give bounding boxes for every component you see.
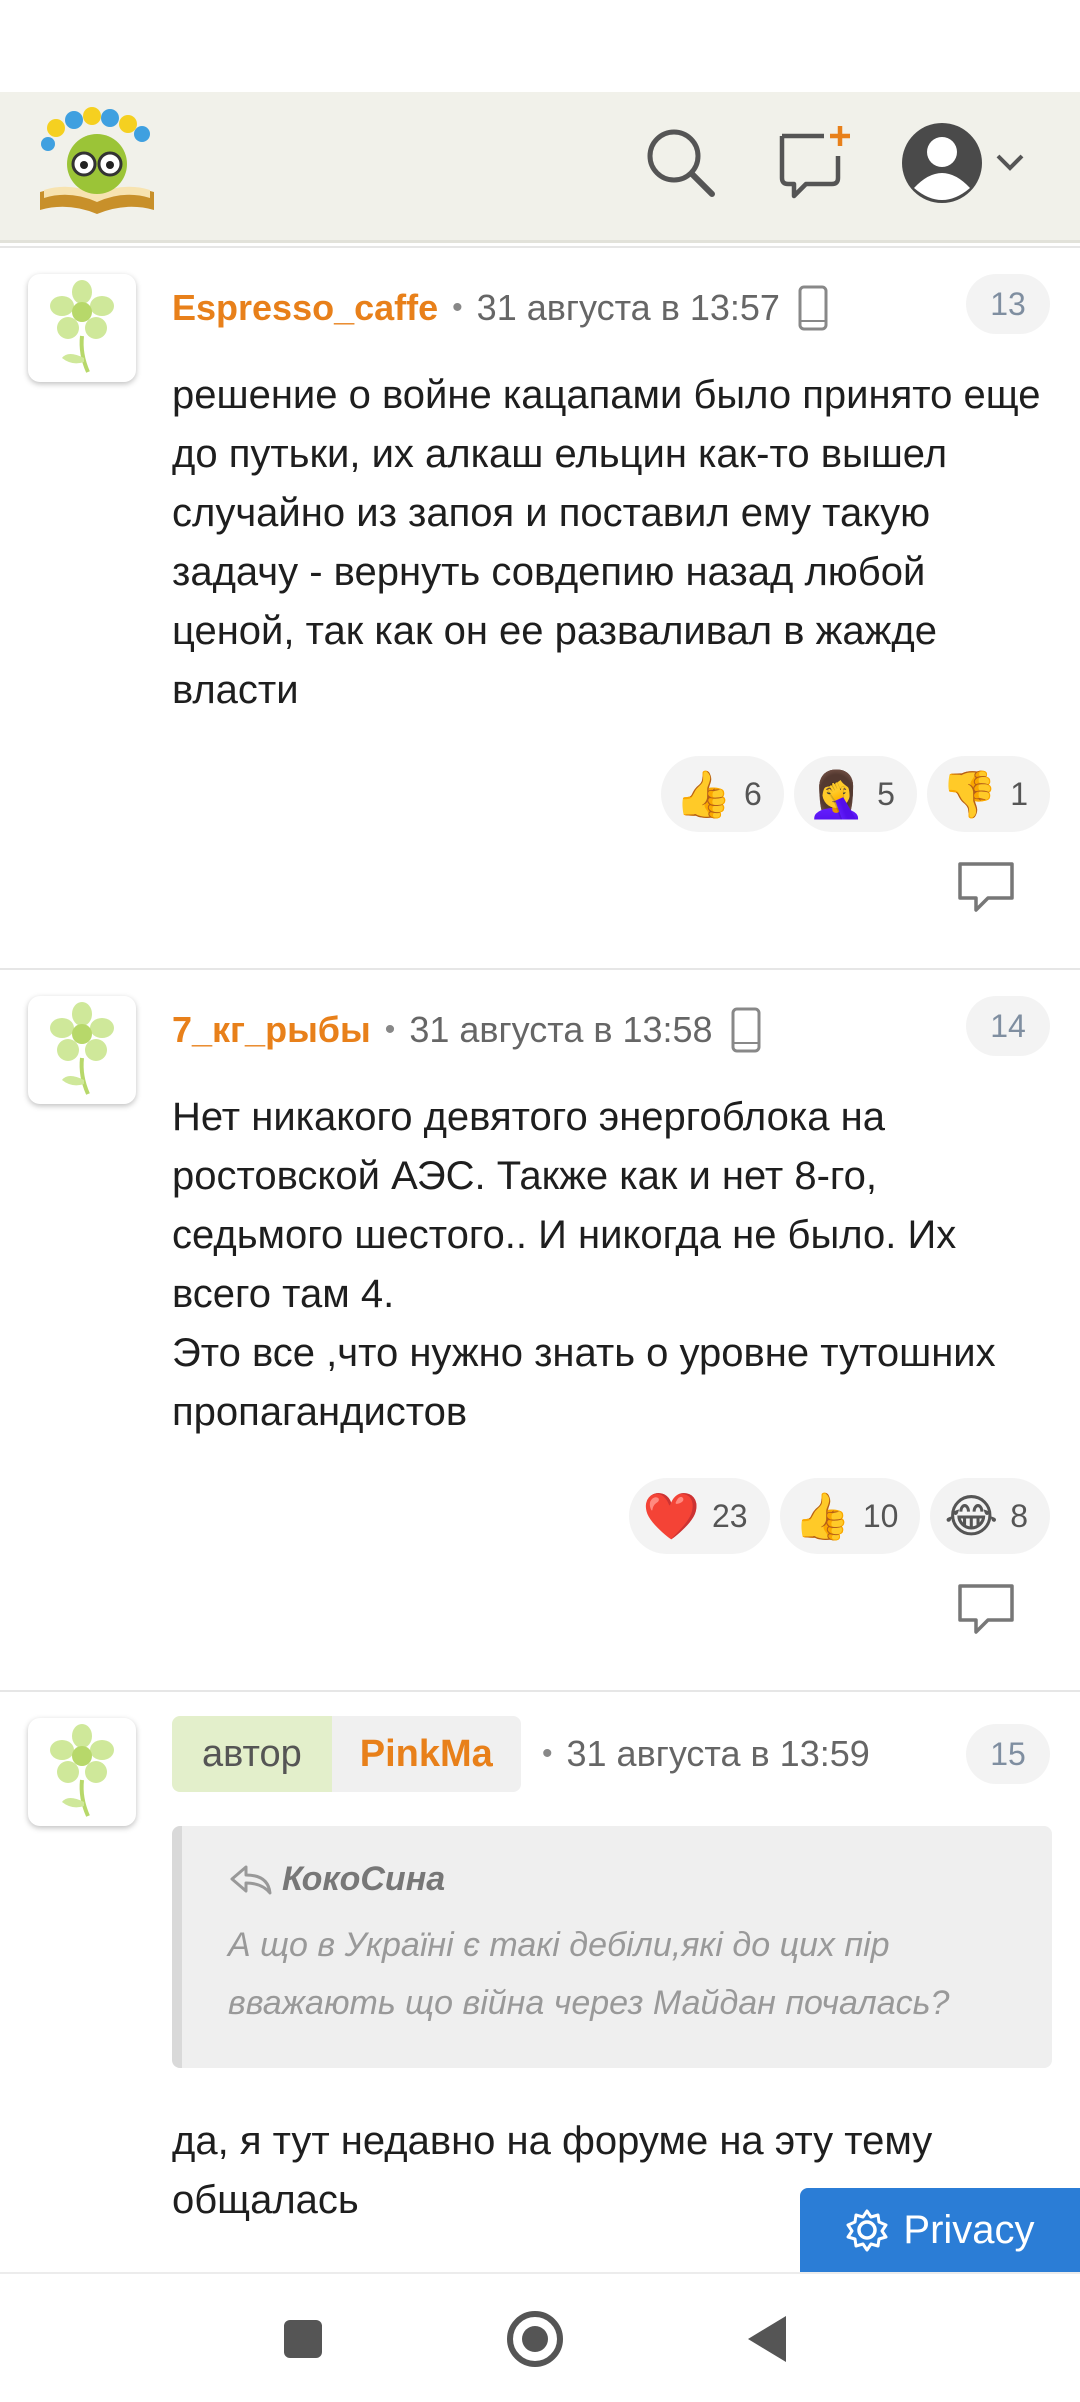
username[interactable]: Espresso_caffe xyxy=(172,287,438,329)
comment-divider xyxy=(0,968,1080,970)
comment-number[interactable]: 15 xyxy=(966,1724,1050,1784)
privacy-label: Privacy xyxy=(903,2207,1035,2252)
mobile-device-icon xyxy=(731,1007,761,1053)
user-avatar-icon xyxy=(902,123,982,203)
author-tag: автор PinkMa xyxy=(172,1716,521,1792)
reaction-thumbs-up[interactable]: 👍 10 xyxy=(779,1478,921,1554)
comment-meta: 7_кг_рыбы • 31 августа в 13:58 xyxy=(172,1000,761,1060)
new-post-icon[interactable] xyxy=(774,122,854,202)
home-button[interactable] xyxy=(500,2304,570,2374)
flower-icon xyxy=(50,280,114,373)
facepalm-icon: 🤦‍♀️ xyxy=(807,766,866,821)
comment-meta: Espresso_caffe • 31 августа в 13:57 xyxy=(172,278,828,338)
status-bar xyxy=(0,0,1080,92)
comment-time[interactable]: 31 августа в 13:59 xyxy=(567,1733,870,1775)
laughing-icon: 😂 xyxy=(944,1489,999,1543)
reaction-heart[interactable]: ❤️ 23 xyxy=(628,1478,770,1554)
comment-meta: • 31 августа в 13:59 xyxy=(542,1733,870,1775)
forum-logo[interactable] xyxy=(34,106,160,218)
thumbs-up-icon: 👍 xyxy=(793,1488,851,1543)
comment-time[interactable]: 31 августа в 13:57 xyxy=(477,287,780,329)
reaction-thumbs-up[interactable]: 👍 6 xyxy=(660,756,784,832)
privacy-button[interactable]: Privacy xyxy=(800,2188,1080,2272)
comment-time[interactable]: 31 августа в 13:58 xyxy=(409,1009,712,1051)
comment-text: решение о войне кацапами было принято ещ… xyxy=(172,373,1041,712)
reaction-thumbs-down[interactable]: 👎 1 xyxy=(926,756,1050,832)
search-icon[interactable] xyxy=(640,122,720,202)
avatar[interactable] xyxy=(28,996,136,1104)
reply-icon[interactable] xyxy=(956,1582,1016,1636)
comment-divider xyxy=(0,1690,1080,1692)
comment-number[interactable]: 14 xyxy=(966,996,1050,1056)
back-button[interactable] xyxy=(734,2304,804,2374)
comment-text: Нет никакого девятого энергоблока на рос… xyxy=(172,1095,996,1434)
comment-number[interactable]: 13 xyxy=(966,274,1050,334)
username[interactable]: 7_кг_рыбы xyxy=(172,1009,371,1051)
avatar[interactable] xyxy=(28,274,136,382)
thumbs-up-icon: 👍 xyxy=(674,766,733,821)
author-label: автор xyxy=(172,1716,332,1792)
heart-icon: ❤️ xyxy=(642,1488,700,1543)
reaction-laughing[interactable]: 😂 8 xyxy=(930,1478,1050,1554)
comment-divider xyxy=(0,246,1080,248)
reply-icon[interactable] xyxy=(956,860,1016,914)
gear-icon xyxy=(846,2209,888,2252)
flower-icon xyxy=(50,1002,114,1095)
mobile-device-icon xyxy=(798,285,828,331)
reply-arrow-icon xyxy=(230,1865,272,1894)
quote-author[interactable]: КокоСина xyxy=(282,1860,445,1899)
recents-button[interactable] xyxy=(268,2304,338,2374)
site-header xyxy=(0,92,1080,243)
quoted-reply[interactable]: КокоСина А що в Україні є такі дебіли,як… xyxy=(172,1826,1052,2068)
reaction-facepalm[interactable]: 🤦‍♀️ 5 xyxy=(793,756,917,832)
system-navigation-bar xyxy=(0,2272,1080,2402)
chevron-down-icon xyxy=(996,154,1024,171)
avatar[interactable] xyxy=(28,1718,136,1826)
quote-text: А що в Україні є такі дебіли,які до цих … xyxy=(228,1926,950,2022)
profile-menu-button[interactable] xyxy=(896,118,1036,208)
flower-icon xyxy=(50,1724,114,1817)
reactions-bar: 👍 6 🤦‍♀️ 5 👎 1 xyxy=(660,756,1050,832)
username[interactable]: PinkMa xyxy=(331,1716,521,1792)
thumbs-down-icon: 👎 xyxy=(940,766,999,821)
reactions-bar: ❤️ 23 👍 10 😂 8 xyxy=(628,1478,1050,1554)
